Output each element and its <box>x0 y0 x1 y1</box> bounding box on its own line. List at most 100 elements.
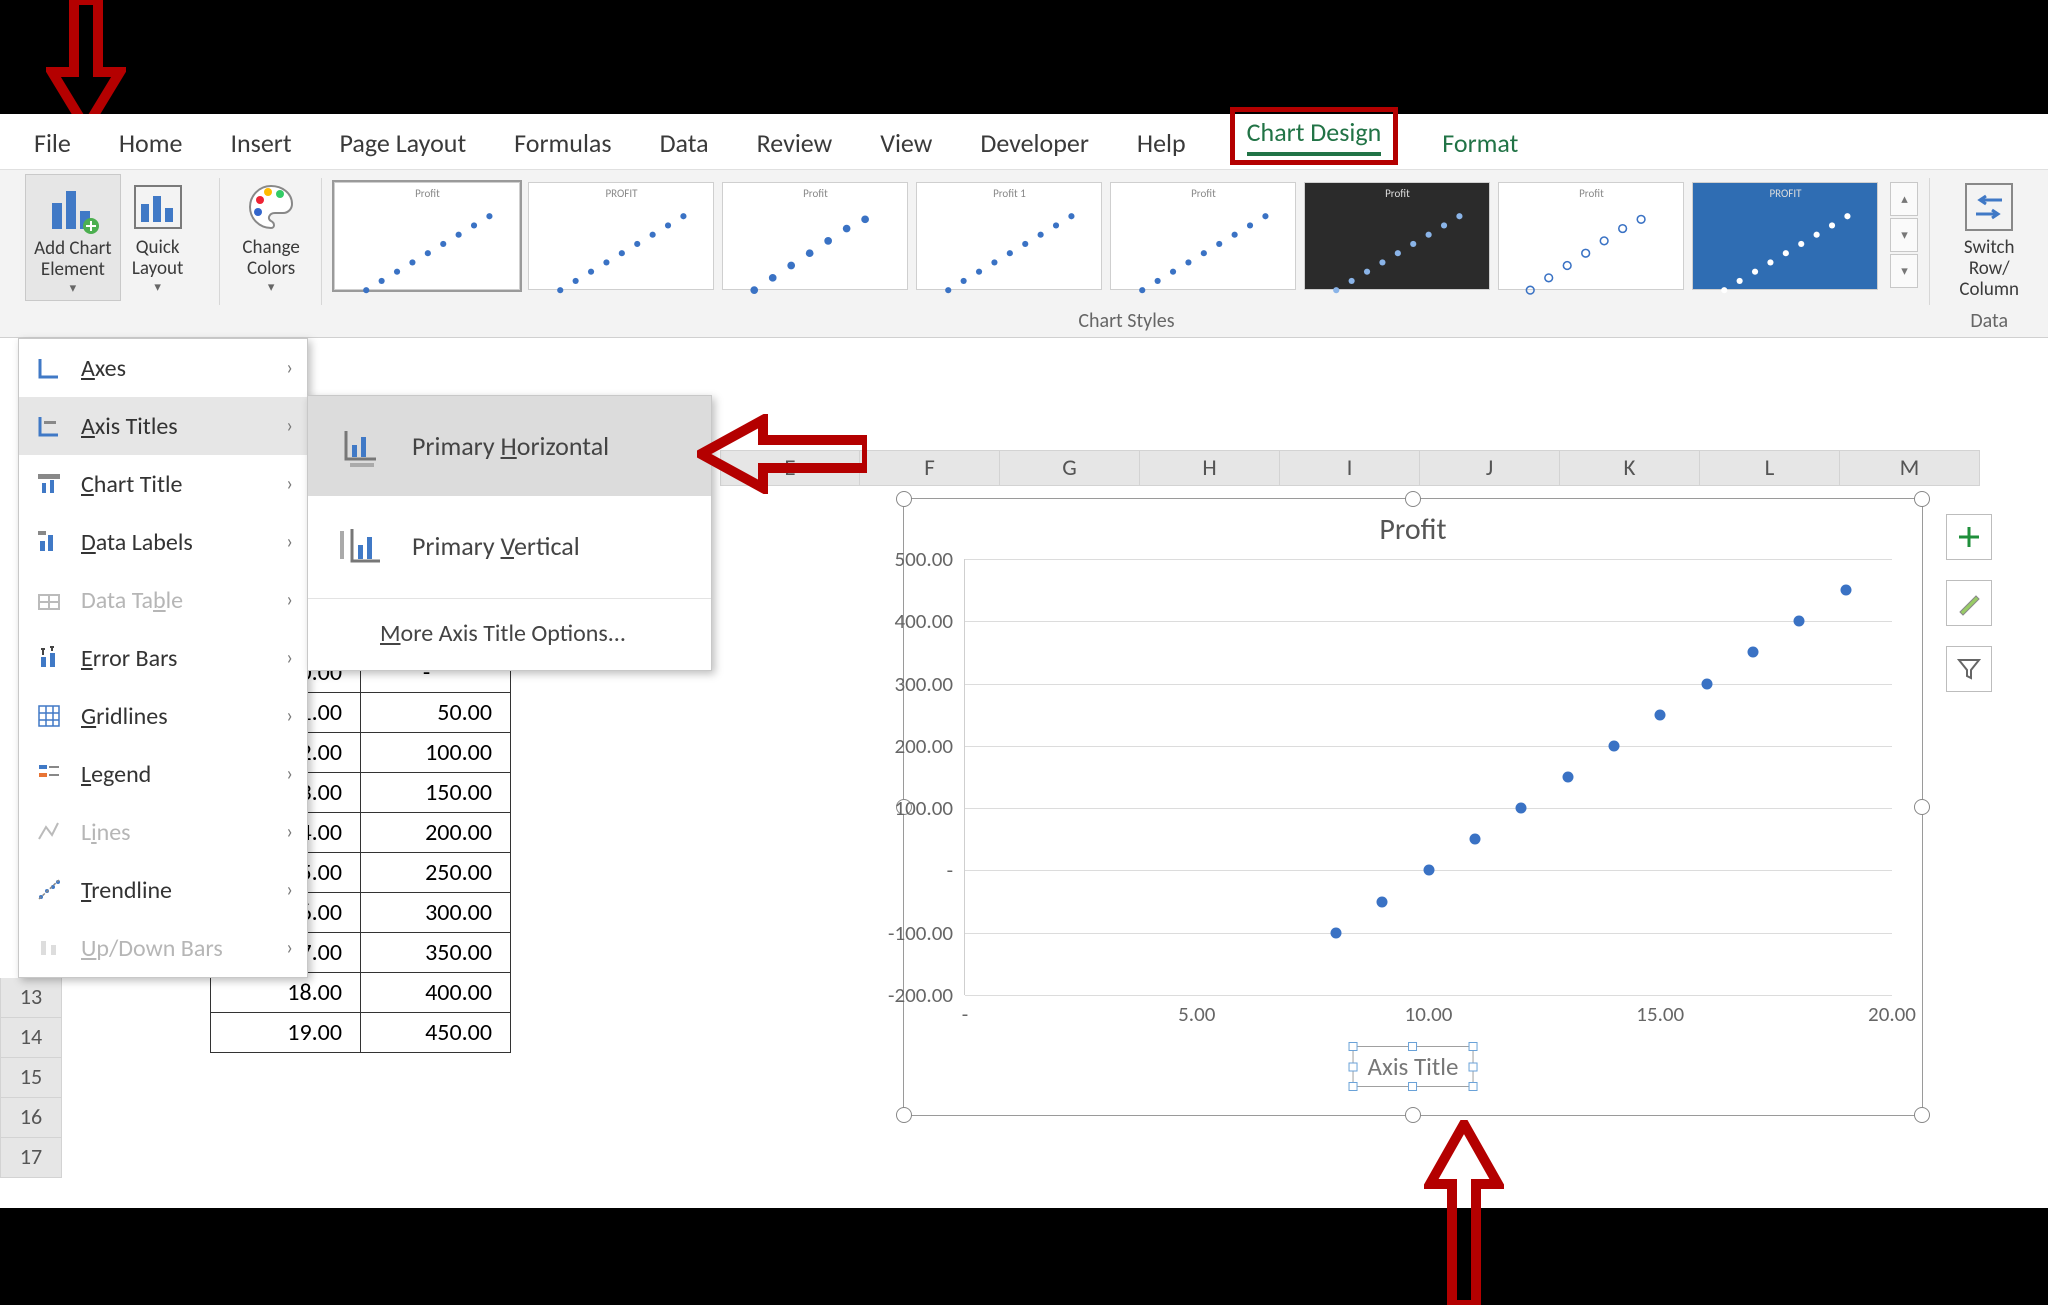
cell[interactable]: 19.00 <box>211 1013 361 1053</box>
column-header[interactable]: J <box>1420 450 1560 486</box>
tab-data[interactable]: Data <box>656 127 713 169</box>
tab-home[interactable]: Home <box>115 127 187 169</box>
add-chart-element-icon <box>44 179 102 237</box>
row-header[interactable]: 17 <box>0 1138 62 1178</box>
y-tick-label: 100.00 <box>865 795 965 821</box>
chart-title[interactable]: Profit <box>904 511 1922 548</box>
data-point[interactable] <box>1377 896 1388 907</box>
x-tick-label: - <box>962 1001 968 1027</box>
chart-style-6[interactable]: Profit <box>1304 182 1490 290</box>
data-point[interactable] <box>1608 740 1619 751</box>
annotation-arrow-up <box>1424 1120 1504 1305</box>
chart-style-5[interactable]: Profit <box>1110 182 1296 290</box>
tab-insert[interactable]: Insert <box>226 127 295 169</box>
column-header[interactable]: K <box>1560 450 1700 486</box>
column-header[interactable]: I <box>1280 450 1420 486</box>
tab-page-layout[interactable]: Page Layout <box>336 127 471 169</box>
data-point[interactable] <box>1469 834 1480 845</box>
menu-axis-titles[interactable]: Axis Titles› <box>19 397 307 455</box>
y-tick-label: - <box>865 857 965 883</box>
chart-style-3[interactable]: Profit <box>722 182 908 290</box>
menu-error-bars[interactable]: Error Bars› <box>19 629 307 687</box>
chart-style-8[interactable]: PROFIT <box>1692 182 1878 290</box>
cell[interactable]: 350.00 <box>361 933 511 973</box>
cell[interactable]: 250.00 <box>361 853 511 893</box>
column-header[interactable]: G <box>1000 450 1140 486</box>
tab-developer[interactable]: Developer <box>976 127 1093 169</box>
submenu-more-options[interactable]: More Axis Title Options... <box>308 601 711 670</box>
chart-styles-button[interactable] <box>1946 580 1992 626</box>
tab-file[interactable]: File <box>30 127 75 169</box>
cell[interactable]: 50.00 <box>361 693 511 733</box>
data-point[interactable] <box>1423 865 1434 876</box>
chart-style-7[interactable]: Profit <box>1498 182 1684 290</box>
menu-up-down-bars: Up/Down Bars› <box>19 919 307 977</box>
menu-chart-title[interactable]: Chart Title› <box>19 455 307 513</box>
tab-formulas[interactable]: Formulas <box>510 127 615 169</box>
resize-handle[interactable] <box>1405 1107 1421 1123</box>
menu-axes[interactable]: Axes› <box>19 339 307 397</box>
data-point[interactable] <box>1701 678 1712 689</box>
resize-handle[interactable] <box>1914 799 1930 815</box>
chart-filters-button[interactable] <box>1946 646 1992 692</box>
column-header[interactable]: L <box>1700 450 1840 486</box>
data-point[interactable] <box>1516 803 1527 814</box>
column-header[interactable]: F <box>860 450 1000 486</box>
annotation-arrow-left <box>697 414 867 494</box>
axis-title-horizontal[interactable]: Axis Title <box>1353 1046 1474 1087</box>
data-point[interactable] <box>1747 647 1758 658</box>
cell[interactable]: 200.00 <box>361 813 511 853</box>
tab-help[interactable]: Help <box>1133 127 1190 169</box>
chart-styles-gallery[interactable]: Profit PROFIT Profit Profit 1 Profit Pro… <box>328 174 1924 298</box>
cell[interactable]: 450.00 <box>361 1013 511 1053</box>
x-tick-label: 20.00 <box>1868 1001 1916 1027</box>
column-header[interactable]: M <box>1840 450 1980 486</box>
submenu-primary-horizontal[interactable]: Primary Horizontal <box>308 396 711 496</box>
row-header[interactable]: 13 <box>0 978 62 1018</box>
data-point[interactable] <box>1330 927 1341 938</box>
data-point[interactable] <box>1655 709 1666 720</box>
menu-gridlines[interactable]: Gridlines› <box>19 687 307 745</box>
tab-view[interactable]: View <box>876 127 936 169</box>
cell[interactable]: 150.00 <box>361 773 511 813</box>
add-chart-element-button[interactable]: Add Chart Element ▾ <box>25 174 120 301</box>
quick-layout-button[interactable]: Quick Layout ▾ <box>121 174 195 301</box>
chart-elements-button[interactable] <box>1946 514 1992 560</box>
scroll-down-icon[interactable]: ▾ <box>1890 218 1918 252</box>
tab-chart-design[interactable]: Chart Design <box>1230 107 1399 165</box>
cell[interactable]: 300.00 <box>361 893 511 933</box>
scroll-up-icon[interactable]: ▴ <box>1890 182 1918 216</box>
chart-style-1[interactable]: Profit <box>334 182 520 290</box>
row-header[interactable]: 14 <box>0 1018 62 1058</box>
menu-trendline[interactable]: Trendline› <box>19 861 307 919</box>
cell[interactable]: 18.00 <box>211 973 361 1013</box>
chart-styles-scroll[interactable]: ▴ ▾ ▾ <box>1890 182 1918 288</box>
cell[interactable]: 400.00 <box>361 973 511 1013</box>
cell[interactable]: 100.00 <box>361 733 511 773</box>
switch-row-column-button[interactable]: Switch Row/ Column <box>1936 174 2042 305</box>
ribbon-tabs: File Home Insert Page Layout Formulas Da… <box>0 114 2048 170</box>
row-header[interactable]: 16 <box>0 1098 62 1138</box>
chart-object[interactable]: Profit -200.00-100.00-100.00200.00300.00… <box>903 498 1923 1116</box>
resize-handle[interactable] <box>896 491 912 507</box>
column-header[interactable]: H <box>1140 450 1280 486</box>
chart-style-2[interactable]: PROFIT <box>528 182 714 290</box>
row-header[interactable]: 15 <box>0 1058 62 1098</box>
data-point[interactable] <box>1794 616 1805 627</box>
menu-data-labels[interactable]: Data Labels› <box>19 513 307 571</box>
data-point[interactable] <box>1840 585 1851 596</box>
data-point[interactable] <box>1562 772 1573 783</box>
scroll-more-icon[interactable]: ▾ <box>1890 254 1918 288</box>
tab-format[interactable]: Format <box>1438 127 1522 169</box>
resize-handle[interactable] <box>896 1107 912 1123</box>
resize-handle[interactable] <box>1914 491 1930 507</box>
y-tick-label: 500.00 <box>865 546 965 572</box>
tab-review[interactable]: Review <box>753 127 837 169</box>
resize-handle[interactable] <box>1405 491 1421 507</box>
change-colors-button[interactable]: Change Colors ▾ <box>234 174 308 299</box>
plot-area[interactable]: -200.00-100.00-100.00200.00300.00400.005… <box>964 559 1892 995</box>
menu-legend[interactable]: Legend› <box>19 745 307 803</box>
chart-style-4[interactable]: Profit 1 <box>916 182 1102 290</box>
resize-handle[interactable] <box>1914 1107 1930 1123</box>
submenu-primary-vertical[interactable]: Primary Vertical <box>308 496 711 596</box>
